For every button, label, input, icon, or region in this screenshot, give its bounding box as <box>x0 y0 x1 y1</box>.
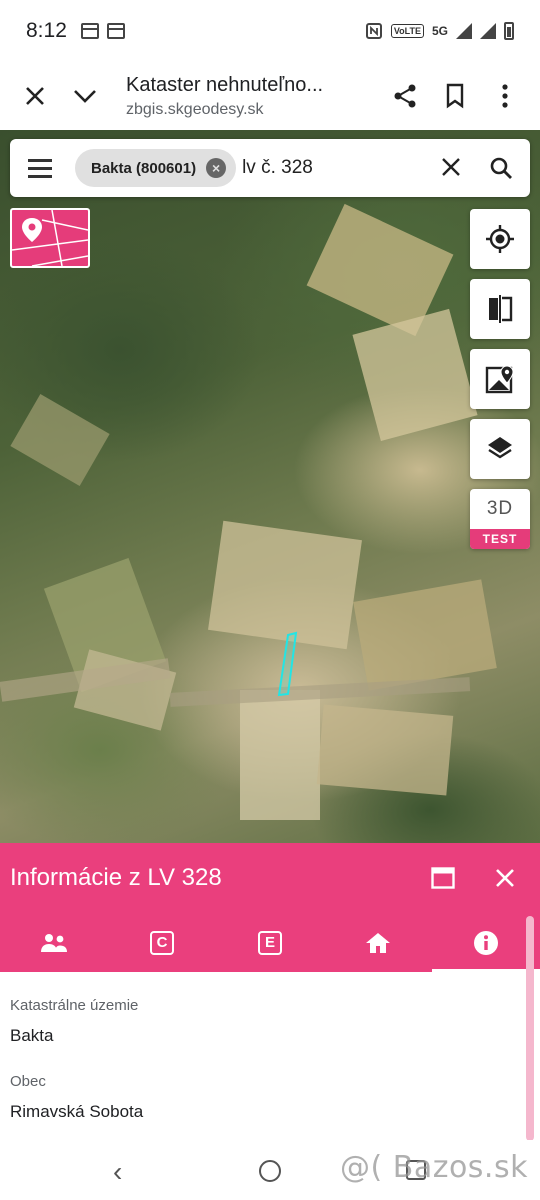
chip-remove-icon[interactable]: × <box>206 158 227 178</box>
bookmark-icon[interactable] <box>430 71 480 121</box>
cadastral-area-value: Bakta <box>10 1026 54 1045</box>
gps-icon <box>486 225 514 253</box>
cadastral-area-label: Katastrálne územie <box>10 997 139 1014</box>
page-title: Kataster nehnuteľno... <box>126 73 324 96</box>
status-time: 8:12 <box>26 19 67 42</box>
chip-label: Bakta (800601) <box>91 159 197 177</box>
e-icon: E <box>258 930 282 955</box>
network-type: 5G <box>431 24 448 38</box>
status-bar: 8:12 VoLTE 5G <box>0 0 540 62</box>
tab-parcels-c[interactable]: C <box>108 913 216 972</box>
municipality-value: Rimavská Sobota <box>10 1102 144 1121</box>
watermark: @( Bazos.sk <box>340 1150 528 1185</box>
signal-icon <box>480 23 496 39</box>
calendar-icon <box>106 23 125 39</box>
info-content: Katastrálne územie Bakta Obec Rimavská S… <box>0 972 540 1140</box>
location-chip[interactable]: Bakta (800601) × <box>75 149 237 187</box>
calendar-icon <box>80 23 99 39</box>
search-query[interactable]: lv č. 328 <box>242 157 313 179</box>
map-field <box>240 690 320 820</box>
tab-owners[interactable] <box>0 913 108 972</box>
parcel-outline[interactable] <box>270 630 300 700</box>
close-icon[interactable] <box>10 71 60 121</box>
share-icon[interactable] <box>380 71 430 121</box>
tab-buildings[interactable] <box>324 913 432 972</box>
map-field <box>352 308 478 442</box>
volte-badge: VoLTE <box>390 24 424 38</box>
signal-icon <box>456 23 472 39</box>
municipality-label: Obec <box>10 1073 46 1090</box>
home-circle-icon[interactable] <box>259 1160 281 1182</box>
tab-parcels-e[interactable]: E <box>216 913 324 972</box>
nfc-icon <box>365 23 382 39</box>
layers-icon <box>488 437 512 459</box>
page-url: zbgis.skgeodesy.sk <box>126 100 264 118</box>
info-icon <box>474 930 498 955</box>
chevron-down-icon[interactable] <box>60 71 110 121</box>
map-pin-icon <box>485 365 514 394</box>
status-icons: VoLTE 5G <box>365 22 514 40</box>
search-bar: Bakta (800601) × lv č. 328 <box>10 139 530 197</box>
map-field <box>10 394 110 486</box>
browser-toolbar: Kataster nehnuteľno... zbgis.skgeodesy.s… <box>0 62 540 130</box>
page-title-block[interactable]: Kataster nehnuteľno... zbgis.skgeodesy.s… <box>126 74 356 119</box>
map-field <box>353 579 497 691</box>
test-badge: TEST <box>470 529 530 549</box>
panel-scrollbar[interactable] <box>526 916 534 1141</box>
map-view-button[interactable] <box>470 349 530 409</box>
battery-icon <box>504 22 514 40</box>
people-icon <box>41 933 67 952</box>
maximize-icon[interactable] <box>418 853 468 903</box>
map-field <box>316 704 454 796</box>
close-panel-icon[interactable] <box>480 853 530 903</box>
map-road <box>169 677 471 707</box>
basemap-thumbnail[interactable] <box>10 208 90 268</box>
search-icon[interactable] <box>476 143 526 193</box>
more-options-icon[interactable] <box>480 71 530 121</box>
compare-button[interactable] <box>470 279 530 339</box>
my-location-button[interactable] <box>470 209 530 269</box>
tab-info[interactable] <box>432 913 540 972</box>
home-icon <box>366 932 390 953</box>
clear-search-icon[interactable] <box>426 151 476 185</box>
compare-icon <box>489 295 513 323</box>
back-icon[interactable]: ‹ <box>113 1156 122 1188</box>
layers-button[interactable] <box>470 419 530 479</box>
menu-icon[interactable] <box>10 139 70 197</box>
info-panel-header: Informácie z LV 328 <box>0 843 540 913</box>
info-tabs: C E <box>0 913 540 972</box>
panel-title: Informácie z LV 328 <box>10 864 222 891</box>
3d-test-button[interactable]: 3D TEST <box>470 489 530 549</box>
c-icon: C <box>150 930 174 955</box>
notification-icons <box>80 23 125 39</box>
3d-label: 3D <box>486 498 514 519</box>
